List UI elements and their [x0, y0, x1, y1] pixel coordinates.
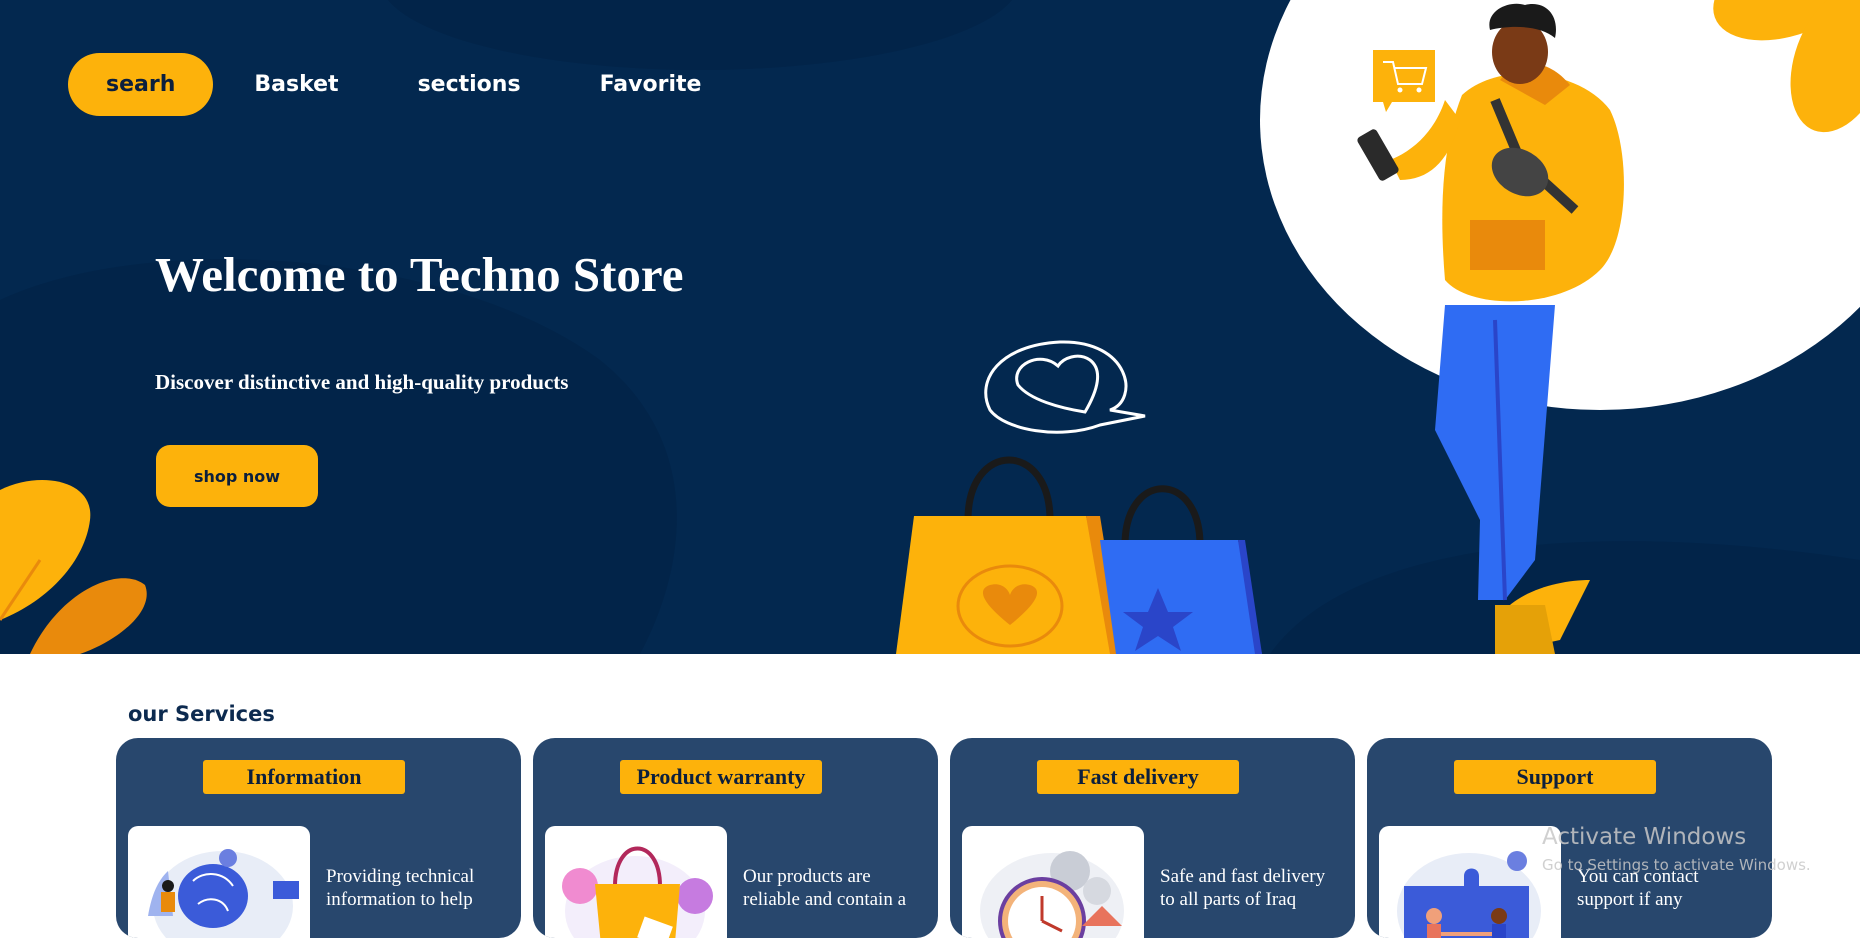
watermark-subtitle: Go to Settings to activate Windows. [1542, 856, 1811, 874]
service-card-title: Product warranty [620, 760, 822, 794]
services-heading: our Services [128, 702, 275, 726]
nav-search[interactable]: searh [68, 53, 214, 116]
shopping-bag-yellow [896, 456, 1122, 654]
brain-computer-illustration [128, 826, 310, 938]
hero-subtitle: Discover distinctive and high-quality pr… [155, 370, 569, 394]
activate-windows-watermark: Activate Windows Go to Settings to activ… [1542, 824, 1811, 874]
nav-sections[interactable]: sections [380, 53, 559, 116]
service-card-product-warranty[interactable]: Product warranty Our products are reliab… [533, 738, 938, 938]
shopping-bag-blue [1100, 485, 1262, 654]
clock-gears-illustration [962, 826, 1144, 938]
service-card-fast-delivery[interactable]: Fast delivery Safe and fast delivery to … [950, 738, 1355, 938]
watermark-title: Activate Windows [1542, 824, 1747, 850]
heart-bubble-icon [984, 340, 1146, 434]
service-card-title: Support [1454, 760, 1656, 794]
shop-now-button[interactable]: shop now [156, 445, 318, 507]
service-card-text: Our products are reliable and contain a [743, 866, 907, 910]
hero-banner: searh Basket sections Favorite Welcome t… [0, 0, 1860, 654]
nav-favorite[interactable]: Favorite [562, 53, 740, 116]
hero-title: Welcome to Techno Store [155, 247, 684, 302]
service-card-information[interactable]: Information Providing technical informat… [116, 738, 521, 938]
main-nav: searh Basket sections Favorite [68, 53, 742, 116]
service-card-text: Safe and fast delivery to all parts of I… [1160, 866, 1326, 910]
nav-basket[interactable]: Basket [216, 53, 376, 116]
service-card-text: Providing technical information to help [326, 866, 475, 910]
service-card-title: Information [203, 760, 405, 794]
puzzle-handshake-illustration [1379, 826, 1561, 938]
shopping-bag-illustration [545, 826, 727, 938]
service-card-title: Fast delivery [1037, 760, 1239, 794]
